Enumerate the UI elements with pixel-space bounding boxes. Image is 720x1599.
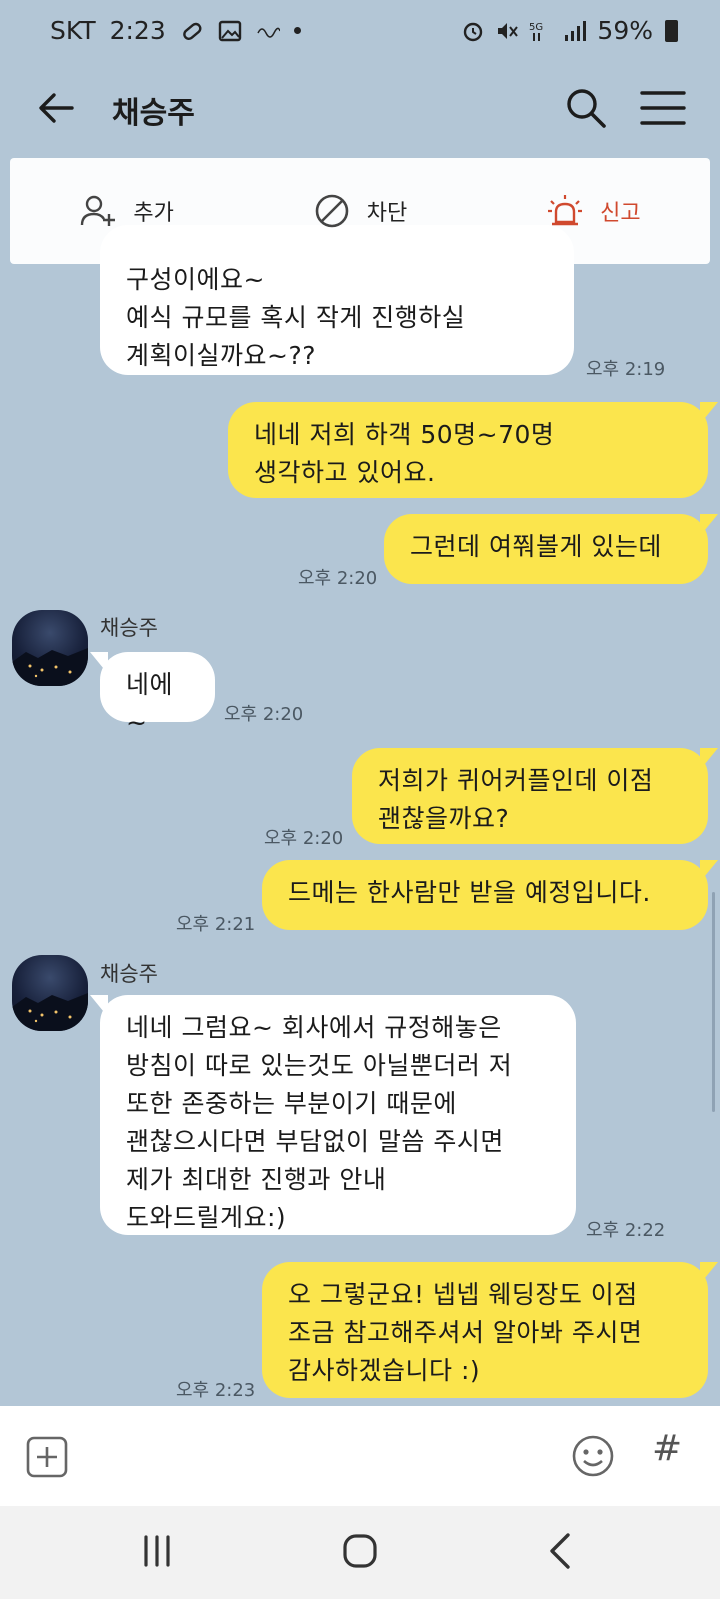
- status-left: SKT 2:23: [50, 16, 301, 45]
- message-bubble-outgoing[interactable]: 오 그렇군요! 넵넵 웨딩장도 이점 조금 참고해주셔서 알아봐 주시면 감사하…: [262, 1262, 718, 1398]
- message-bubble-outgoing[interactable]: 저희가 퀴어커플인데 이점 괜찮을까요?: [352, 748, 718, 844]
- message-time: 오후 2:21: [176, 914, 256, 935]
- message-time: 오후 2:19: [586, 359, 666, 380]
- signal-bars-icon: [565, 20, 587, 41]
- recents-icon[interactable]: [140, 1534, 174, 1568]
- hashtag-search-button[interactable]: #: [652, 1428, 682, 1469]
- back-arrow-icon[interactable]: [34, 86, 78, 130]
- message-bubble-outgoing[interactable]: 네네 저희 하객 50명~70명 생각하고 있어요.: [228, 402, 718, 498]
- chat-title: 채승주: [112, 96, 195, 131]
- avatar[interactable]: [12, 610, 88, 686]
- message-bubble-incoming[interactable]: 네에~: [90, 652, 215, 737]
- svg-text:5G: 5G: [529, 22, 543, 33]
- nav-back-icon[interactable]: [546, 1532, 574, 1570]
- avatar-image: [12, 993, 88, 1031]
- plus-icon[interactable]: [26, 1436, 68, 1478]
- scrollbar[interactable]: [712, 892, 715, 1112]
- home-icon[interactable]: [342, 1533, 378, 1569]
- app-notification-icon: [257, 27, 280, 38]
- status-right: 5G 59%: [461, 16, 678, 45]
- dot-icon: [293, 27, 301, 34]
- message-time: 오후 2:23: [176, 1380, 256, 1401]
- emoji-icon[interactable]: [571, 1434, 615, 1478]
- message-time: 오후 2:20: [224, 704, 304, 725]
- pill-icon: [182, 22, 202, 40]
- friend-action-bar: 추가 차단 신고: [10, 158, 710, 264]
- message-time: 오후 2:20: [298, 568, 378, 589]
- report-label: 신고: [600, 201, 641, 226]
- mute-icon: [498, 22, 519, 39]
- battery-icon: [665, 19, 678, 42]
- block-label: 차단: [366, 201, 408, 226]
- message-bubble-outgoing[interactable]: 그런데 여쭤볼게 있는데: [384, 514, 718, 584]
- avatar[interactable]: [12, 955, 88, 1031]
- signal-5g-icon: 5G: [529, 22, 544, 41]
- sender-name: 채승주: [100, 962, 158, 986]
- avatar-image: [12, 648, 88, 686]
- menu-icon[interactable]: [640, 88, 686, 128]
- message-bubble-incoming[interactable]: 네네 그럼요~ 회사에서 규정해놓은 방침이 따로 있는것도 아닐뿐더러 저 또…: [90, 995, 576, 1235]
- add-friend-button[interactable]: 추가: [10, 158, 243, 264]
- sender-name: 채승주: [100, 616, 158, 640]
- add-friend-label: 추가: [133, 201, 174, 226]
- system-nav-bar: [0, 1506, 720, 1599]
- report-button[interactable]: 신고: [477, 158, 710, 264]
- status-bar: SKT 2:23 5G 59%: [0, 0, 720, 64]
- block-button[interactable]: 차단: [243, 158, 476, 264]
- alarm-icon: [464, 22, 483, 41]
- chat-header: 채승주: [0, 64, 720, 154]
- clock: 2:23: [109, 16, 166, 45]
- siren-icon: [548, 195, 583, 226]
- carrier-label: SKT: [50, 16, 96, 45]
- message-time: 오후 2:22: [586, 1220, 666, 1241]
- block-icon: [315, 194, 349, 228]
- message-input-bar[interactable]: #: [0, 1406, 720, 1506]
- message-bubble-outgoing[interactable]: 드메는 한사람만 받을 예정입니다.: [262, 860, 718, 930]
- message-time: 오후 2:20: [264, 828, 344, 849]
- search-icon[interactable]: [564, 86, 608, 130]
- gallery-icon: [218, 20, 241, 41]
- add-friend-icon: [81, 195, 116, 226]
- battery-percent: 59%: [597, 16, 653, 45]
